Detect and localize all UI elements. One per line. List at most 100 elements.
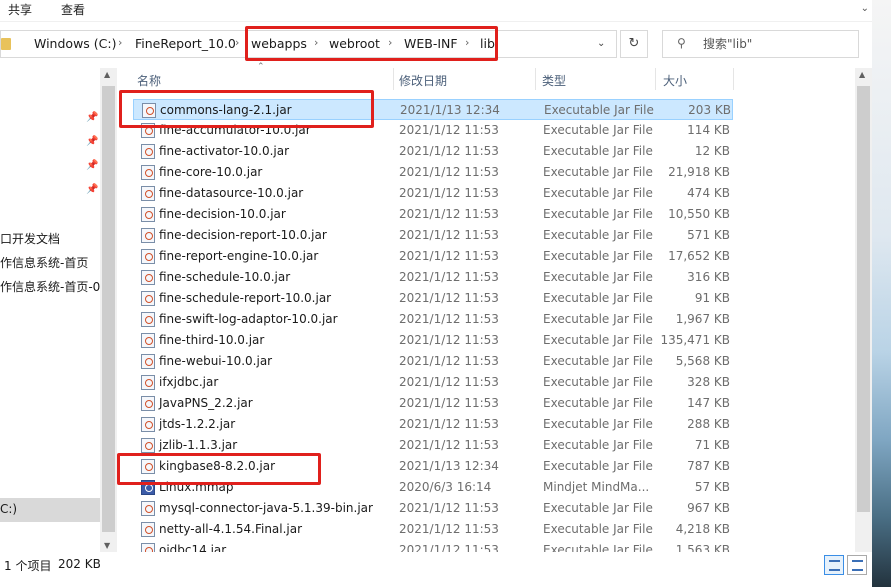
file-size: 474 KB	[687, 186, 730, 200]
file-type: Executable Jar File	[543, 459, 653, 473]
column-divider[interactable]	[393, 68, 394, 90]
file-name: ojdbc14.jar	[159, 543, 227, 552]
file-row[interactable]: fine-swift-log-adaptor-10.0.jar 2021/1/12…	[133, 309, 733, 330]
file-size: 787 KB	[687, 459, 730, 473]
breadcrumb-separator-icon[interactable]: ›	[118, 36, 122, 49]
details-view-button[interactable]	[824, 555, 844, 575]
file-name: fine-decision-10.0.jar	[159, 207, 286, 221]
file-row[interactable]: fine-schedule-report-10.0.jar 2021/1/12 1…	[133, 288, 733, 309]
file-size: 288 KB	[687, 417, 730, 431]
file-type: Mindjet MindMa...	[543, 480, 650, 494]
sidebar-item-dev-docs[interactable]: 口开发文档	[0, 230, 60, 247]
ribbon: 共享 查看 ⌄ ?	[0, 0, 891, 22]
file-row[interactable]: mysql-connector-java-5.1.39-bin.jar 2021/…	[133, 498, 733, 519]
tab-share[interactable]: 共享	[8, 1, 32, 18]
file-row[interactable]: fine-datasource-10.0.jar 2021/1/12 11:53 E…	[133, 183, 733, 204]
refresh-icon: ↻	[628, 36, 640, 51]
scroll-up-arrow-icon[interactable]: ▲	[104, 70, 110, 79]
file-type: Executable Jar File	[543, 123, 653, 137]
file-date: 2021/1/12 11:53	[399, 396, 499, 410]
file-size: 147 KB	[687, 396, 730, 410]
ribbon-collapse-chevron-icon[interactable]: ⌄	[861, 3, 869, 14]
folder-icon	[1, 38, 11, 50]
large-icons-view-button[interactable]	[847, 555, 867, 575]
column-name[interactable]: 名称	[137, 72, 161, 89]
file-row[interactable]: ifxjdbc.jar 2021/1/12 11:53 Executable Jar…	[133, 372, 733, 393]
column-type[interactable]: 类型	[542, 72, 566, 89]
file-row[interactable]: fine-decision-10.0.jar 2021/1/12 11:53 Exe…	[133, 204, 733, 225]
file-type: Executable Jar File	[543, 543, 653, 552]
file-type: Executable Jar File	[543, 207, 653, 221]
file-size: 71 KB	[694, 438, 730, 452]
scrollbar-thumb[interactable]	[102, 86, 115, 532]
file-name: jtds-1.2.2.jar	[159, 417, 236, 431]
file-size: 967 KB	[687, 501, 730, 515]
file-list-scrollbar[interactable]: ▲	[855, 68, 872, 552]
search-box[interactable]: ⚲	[662, 30, 859, 58]
file-size: 135,471 KB	[660, 333, 730, 347]
file-date: 2021/1/12 11:53	[399, 543, 499, 552]
breadcrumb-windows-c[interactable]: Windows (C:)	[34, 36, 116, 51]
navigation-pane: 📌 📌 📌 📌 口开发文档 作信息系统-首页 作信息系统-首页-0 C:)	[0, 68, 100, 552]
column-divider[interactable]	[535, 68, 536, 90]
breadcrumb-finereport[interactable]: FineReport_10.0	[135, 36, 236, 51]
file-row[interactable]: JavaPNS_2.2.jar 2021/1/12 11:53 Executable…	[133, 393, 733, 414]
scroll-up-arrow-icon[interactable]: ▲	[859, 70, 865, 79]
file-size: 114 KB	[687, 123, 730, 137]
file-date: 2020/6/3 16:14	[399, 480, 492, 494]
sidebar-item-info-system-home-0[interactable]: 作信息系统-首页-0	[0, 278, 100, 295]
file-size: 91 KB	[694, 291, 730, 305]
refresh-button[interactable]: ↻	[620, 30, 648, 58]
jar-file-icon	[141, 354, 155, 369]
file-row[interactable]: netty-all-4.1.54.Final.jar 2021/1/12 11:5…	[133, 519, 733, 540]
file-size: 1,967 KB	[675, 312, 730, 326]
breadcrumb-separator-icon[interactable]: ›	[235, 36, 239, 49]
file-name: fine-webui-10.0.jar	[159, 354, 273, 368]
sidebar-scrollbar[interactable]: ▲ ▼	[100, 68, 117, 552]
sidebar-item-info-system-home[interactable]: 作信息系统-首页	[0, 254, 88, 271]
file-row[interactable]: fine-webui-10.0.jar 2021/1/12 11:53 Execut…	[133, 351, 733, 372]
annotation-highlight-path	[245, 26, 498, 61]
tab-view[interactable]: 查看	[61, 1, 85, 18]
file-size: 57 KB	[694, 480, 730, 494]
file-type: Executable Jar File	[543, 375, 653, 389]
jar-file-icon	[141, 270, 155, 285]
pin-icon[interactable]: 📌	[86, 112, 98, 123]
file-row[interactable]: fine-decision-report-10.0.jar 2021/1/12 1…	[133, 225, 733, 246]
file-type: Executable Jar File	[543, 438, 653, 452]
file-row[interactable]: fine-schedule-10.0.jar 2021/1/12 11:53 Exe…	[133, 267, 733, 288]
address-history-chevron-down-icon[interactable]: ⌄	[597, 38, 605, 49]
scrollbar-thumb[interactable]	[857, 86, 870, 512]
file-date: 2021/1/12 11:53	[399, 291, 499, 305]
file-size: 10,550 KB	[668, 207, 730, 221]
file-row[interactable]: ojdbc14.jar 2021/1/12 11:53 Executable Jar…	[133, 540, 733, 552]
pin-icon[interactable]: 📌	[86, 160, 98, 171]
file-type: Executable Jar File	[543, 522, 653, 536]
file-row[interactable]: fine-activator-10.0.jar 2021/1/12 11:53 Ex…	[133, 141, 733, 162]
status-bar: 1 个项目 202 KB	[0, 553, 872, 587]
file-name: fine-schedule-10.0.jar	[159, 270, 291, 284]
file-date: 2021/1/12 11:53	[399, 165, 499, 179]
file-date: 2021/1/12 11:53	[399, 354, 499, 368]
file-type: Executable Jar File	[543, 291, 653, 305]
file-date: 2021/1/12 11:53	[399, 333, 499, 347]
file-type: Executable Jar File	[543, 186, 653, 200]
file-row[interactable]: jtds-1.2.2.jar 2021/1/12 11:53 Executable …	[133, 414, 733, 435]
pin-icon[interactable]: 📌	[86, 136, 98, 147]
file-size: 328 KB	[687, 375, 730, 389]
file-name: fine-activator-10.0.jar	[159, 144, 290, 158]
pin-icon[interactable]: 📌	[86, 184, 98, 195]
status-item-count: 1 个项目	[4, 559, 52, 573]
file-size: 17,652 KB	[668, 249, 730, 263]
file-row[interactable]: fine-report-engine-10.0.jar 2021/1/12 11:…	[133, 246, 733, 267]
file-row[interactable]: fine-third-10.0.jar 2021/1/12 11:53 Execut…	[133, 330, 733, 351]
column-date[interactable]: 修改日期	[399, 72, 447, 89]
sidebar-item-c-drive[interactable]: C:)	[0, 498, 100, 522]
search-input[interactable]	[703, 34, 853, 54]
file-row[interactable]: fine-core-10.0.jar 2021/1/12 11:53 Executa…	[133, 162, 733, 183]
column-divider[interactable]	[733, 68, 734, 90]
column-divider[interactable]	[655, 68, 656, 90]
scroll-down-arrow-icon[interactable]: ▼	[104, 541, 110, 550]
file-name: fine-decision-report-10.0.jar	[159, 228, 327, 242]
column-size[interactable]: 大小	[663, 72, 687, 89]
